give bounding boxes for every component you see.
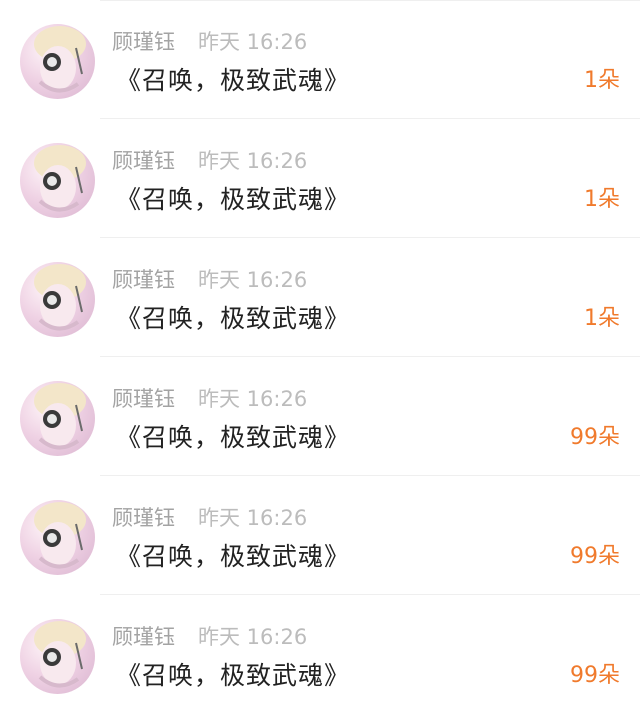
- avatar-image-icon: [34, 264, 86, 331]
- timestamp: 昨天 16:26: [198, 625, 308, 649]
- avatar[interactable]: [20, 143, 95, 218]
- list-item[interactable]: 顾瑾钰 昨天 16:26 《召唤，极致武魂》 1朵: [0, 238, 640, 357]
- list-item[interactable]: 顾瑾钰 昨天 16:26 《召唤，极致武魂》 99朵: [0, 476, 640, 595]
- username[interactable]: 顾瑾钰: [112, 623, 175, 651]
- gift-message-list: 顾瑾钰 昨天 16:26 《召唤，极致武魂》 1朵 顾瑾钰 昨天 16:26 《…: [0, 0, 640, 716]
- book-title[interactable]: 《召唤，极致武魂》: [116, 302, 350, 336]
- gift-count: 99朵: [570, 544, 620, 569]
- timestamp: 昨天 16:26: [198, 268, 308, 292]
- list-item[interactable]: 顾瑾钰 昨天 16:26 《召唤，极致武魂》 99朵: [0, 595, 640, 714]
- gift-count: 1朵: [584, 68, 620, 93]
- gift-count: 1朵: [584, 187, 620, 212]
- username[interactable]: 顾瑾钰: [112, 28, 175, 56]
- timestamp: 昨天 16:26: [198, 149, 308, 173]
- avatar-image-icon: [34, 502, 86, 569]
- avatar[interactable]: [20, 619, 95, 694]
- avatar[interactable]: [20, 262, 95, 337]
- list-item[interactable]: 顾瑾钰 昨天 16:26 《召唤，极致武魂》 1朵: [0, 0, 640, 119]
- username[interactable]: 顾瑾钰: [112, 504, 175, 532]
- avatar[interactable]: [20, 500, 95, 575]
- gift-count: 99朵: [570, 425, 620, 450]
- gift-count: 99朵: [570, 663, 620, 688]
- avatar[interactable]: [20, 381, 95, 456]
- timestamp: 昨天 16:26: [198, 30, 308, 54]
- book-title[interactable]: 《召唤，极致武魂》: [116, 183, 350, 217]
- book-title[interactable]: 《召唤，极致武魂》: [116, 659, 350, 693]
- book-title[interactable]: 《召唤，极致武魂》: [116, 64, 350, 98]
- list-item[interactable]: 顾瑾钰 昨天 16:26 《召唤，极致武魂》 99朵: [0, 357, 640, 476]
- list-item[interactable]: 顾瑾钰 昨天 16:26 《召唤，极致武魂》 1朵: [0, 119, 640, 238]
- avatar[interactable]: [20, 24, 95, 99]
- avatar-image-icon: [34, 621, 86, 688]
- avatar-image-icon: [34, 383, 86, 450]
- book-title[interactable]: 《召唤，极致武魂》: [116, 540, 350, 574]
- gift-count: 1朵: [584, 306, 620, 331]
- timestamp: 昨天 16:26: [198, 387, 308, 411]
- username[interactable]: 顾瑾钰: [112, 385, 175, 413]
- username[interactable]: 顾瑾钰: [112, 266, 175, 294]
- book-title[interactable]: 《召唤，极致武魂》: [116, 421, 350, 455]
- avatar-image-icon: [34, 26, 86, 93]
- username[interactable]: 顾瑾钰: [112, 147, 175, 175]
- avatar-image-icon: [34, 145, 86, 212]
- timestamp: 昨天 16:26: [198, 506, 308, 530]
